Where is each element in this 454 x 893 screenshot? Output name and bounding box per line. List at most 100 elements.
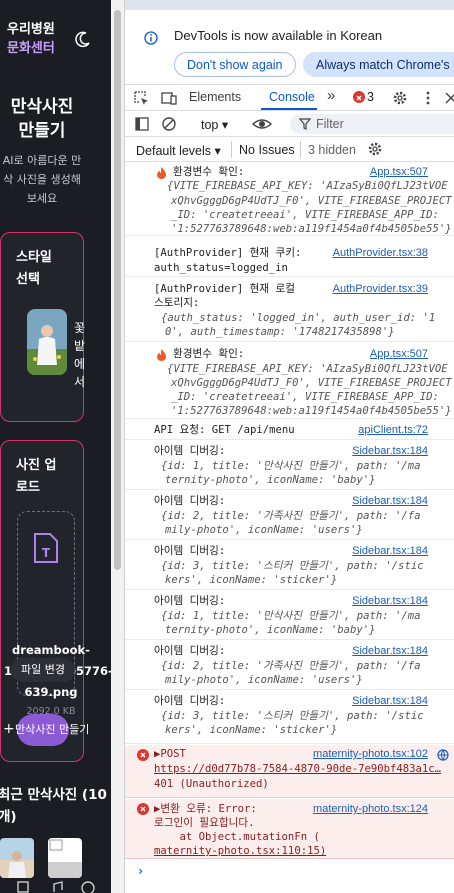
log-message: 아이템 디버깅: [154,545,226,557]
inspect-icon[interactable] [133,90,149,106]
console-log-entry[interactable]: 아이템 디버깅: Sidebar.tsx:184 {id: 1, title: … [125,441,454,490]
kebab-menu-icon[interactable] [420,90,436,106]
log-object[interactable]: {VITE_FIREBASE_API_KEY: 'AIzaSyBi0QfLJ23… [167,179,448,194]
log-object[interactable]: {id: 1, title: '만삭사진 만들기', path: '/ma [161,459,421,474]
source-link[interactable]: Sidebar.tsx:184 [352,644,428,659]
console-log-entry[interactable]: 아이템 디버깅: Sidebar.tsx:184 {id: 1, title: … [125,591,454,640]
close-icon[interactable] [443,90,454,106]
active-tab-indicator [261,108,317,110]
console-log-entry[interactable]: 아이템 디버깅: Sidebar.tsx:184 {id: 2, title: … [125,641,454,690]
style-option-label[interactable]: 꽃밭에서 [74,319,86,391]
brand[interactable]: 우리병원 문화센터 [7,20,55,58]
filter-input[interactable]: Filter [290,114,454,134]
devtools-panel: DevTools is now available in Korean Don'… [124,0,454,893]
dont-show-again-button[interactable]: Don't show again [174,52,296,77]
language-notice: DevTools is now available in Korean Don'… [125,10,454,85]
sidebar-toggle-icon[interactable] [134,116,150,132]
make-photo-button[interactable]: 만삭사진 만들기 [15,714,89,746]
source-link[interactable]: Sidebar.tsx:184 [352,694,428,709]
console-log-entry[interactable]: 환경변수 확인: App.tsx:507 {VITE_FIREBASE_API_… [125,162,454,236]
log-message: 아이템 디버깅: [154,495,226,507]
log-object[interactable]: {auth_status: 'logged_in', auth_user_id:… [161,311,435,326]
log-object[interactable]: {id: 2, title: '가족사진 만들기', path: '/fa [161,509,421,524]
source-link[interactable]: Sidebar.tsx:184 [352,494,428,509]
error-message[interactable]: ▶변환 오류: Error: [154,802,257,817]
source-link[interactable]: Sidebar.tsx:184 [352,444,428,459]
app-scrollbar[interactable] [111,0,124,893]
log-levels-select[interactable]: Default levels ▾ [136,143,221,158]
tab-elements[interactable]: Elements [189,90,241,104]
more-tabs-icon[interactable]: » [327,87,335,104]
error-badge-icon[interactable] [353,91,365,103]
filter-placeholder: Filter [316,117,344,131]
log-message: 아이템 디버깅: [154,695,226,707]
svg-text:T: T [42,546,51,560]
style-thumbnail[interactable] [27,309,67,375]
settings-gear-icon[interactable] [392,90,408,106]
divider [231,141,232,158]
error-count[interactable]: 3 [367,90,374,104]
recent-photo[interactable] [48,838,82,878]
request-url-link[interactable]: https://d0d77b78-7584-4870-90de-7e90bf48… [154,762,441,777]
hidden-count[interactable]: 3 hidden [308,143,356,157]
log-object[interactable]: {id: 3, title: '스티커 만들기', path: '/stic [161,559,424,574]
eye-icon[interactable] [252,116,272,132]
console-log-entry[interactable]: 환경변수 확인: App.tsx:507 {VITE_FIREBASE_API_… [125,343,454,419]
hero-title: 만삭사진 만들기 [10,97,74,141]
fire-icon [157,349,166,361]
browser-tab-strip [125,0,454,10]
console-prompt-icon[interactable]: › [137,864,144,879]
clear-console-icon[interactable] [161,116,177,132]
source-link[interactable]: App.tsx:507 [370,165,428,180]
plus-icon: + [3,721,15,737]
console-log-entry[interactable]: [AuthProvider] 현재 쿠키: AuthProvider.tsx:3… [125,241,454,277]
console-error-entry[interactable]: ▶변환 오류: Error: maternity-photo.tsx:124 로… [125,799,454,859]
source-link[interactable]: apiClient.ts:72 [358,423,428,438]
hero-description: AI로 아름다운 만삭 사진을 생성해보세요 [2,154,82,205]
network-globe-icon[interactable] [437,749,449,761]
source-link[interactable]: AuthProvider.tsx:38 [333,246,428,261]
stack-trace: at Object.mutationFn ( [154,831,320,843]
source-link[interactable]: Sidebar.tsx:184 [352,594,428,609]
bottom-nav-icons[interactable] [0,878,111,893]
device-toolbar-icon[interactable] [161,90,177,106]
console-settings-icon[interactable] [367,141,383,157]
error-message[interactable]: ▶POST [154,747,186,762]
app-scrollbar-thumb[interactable] [114,10,121,570]
tab-console[interactable]: Console [269,90,315,104]
source-link[interactable]: maternity-photo.tsx:124 [313,802,428,817]
always-match-button[interactable]: Always match Chrome's la [303,52,454,77]
source-link[interactable]: Sidebar.tsx:184 [352,544,428,559]
log-object[interactable]: {VITE_FIREBASE_API_KEY: 'AIzaSyBi0QfLJ23… [167,362,448,377]
style-card: 스타일 선택 꽃밭에서 [0,232,86,422]
context-select[interactable]: top ▾ [201,117,228,132]
console-log-entry[interactable]: 아이템 디버깅: Sidebar.tsx:184 {id: 3, title: … [125,691,454,744]
console-log-entry[interactable]: API 요청: GET /api/menu apiClient.ts:72 [125,420,454,440]
log-object[interactable]: {id: 2, title: '가족사진 만들기', path: '/fa [161,659,421,674]
console-log-entry[interactable]: 아이템 디버깅: Sidebar.tsx:184 {id: 3, title: … [125,541,454,590]
divider [300,141,301,158]
devtools-tabbar: Elements Console » 3 [125,85,454,111]
change-file-button[interactable]: 파일 변경 [11,658,75,682]
stack-trace-link[interactable]: maternity-photo.tsx:110:15) [154,844,326,859]
console-error-entry[interactable]: ▶POST maternity-photo.tsx:102 https://d0… [125,745,454,798]
recent-photo[interactable] [0,838,34,878]
log-object: '1:527763789648:web:a119f1454a0f4b4505be… [171,405,452,417]
console-log-entry[interactable]: [AuthProvider] 현재 로컬 AuthProvider.tsx:39… [125,278,454,342]
log-object[interactable]: {id: 3, title: '스티커 만들기', path: '/stic [161,709,424,724]
console-log-entry[interactable]: 아이템 디버깅: Sidebar.tsx:184 {id: 2, title: … [125,491,454,540]
source-link[interactable]: AuthProvider.tsx:39 [333,282,428,297]
info-icon [144,31,158,45]
error-status: 401 (Unauthorized) [154,778,269,790]
issues-counter[interactable]: No Issues [239,143,295,157]
console-output[interactable]: 환경변수 확인: App.tsx:507 {VITE_FIREBASE_API_… [125,162,454,893]
log-object: mily-photo', iconName: 'users'} [165,524,363,536]
source-link[interactable]: App.tsx:507 [370,347,428,362]
log-message: [AuthProvider] 현재 쿠키: [154,247,302,259]
moon-icon[interactable] [74,30,92,48]
log-object[interactable]: {id: 1, title: '만삭사진 만들기', path: '/ma [161,609,421,624]
source-link[interactable]: maternity-photo.tsx:102 [313,747,428,762]
error-message: 로그인이 필요합니다. [154,817,255,829]
app-sidebar: 우리병원 문화센터 만삭사진 만들기 AI로 아름다운 만삭 사진을 생성해보세… [0,0,111,893]
log-object: kers', iconName: 'sticker'} [165,724,338,736]
